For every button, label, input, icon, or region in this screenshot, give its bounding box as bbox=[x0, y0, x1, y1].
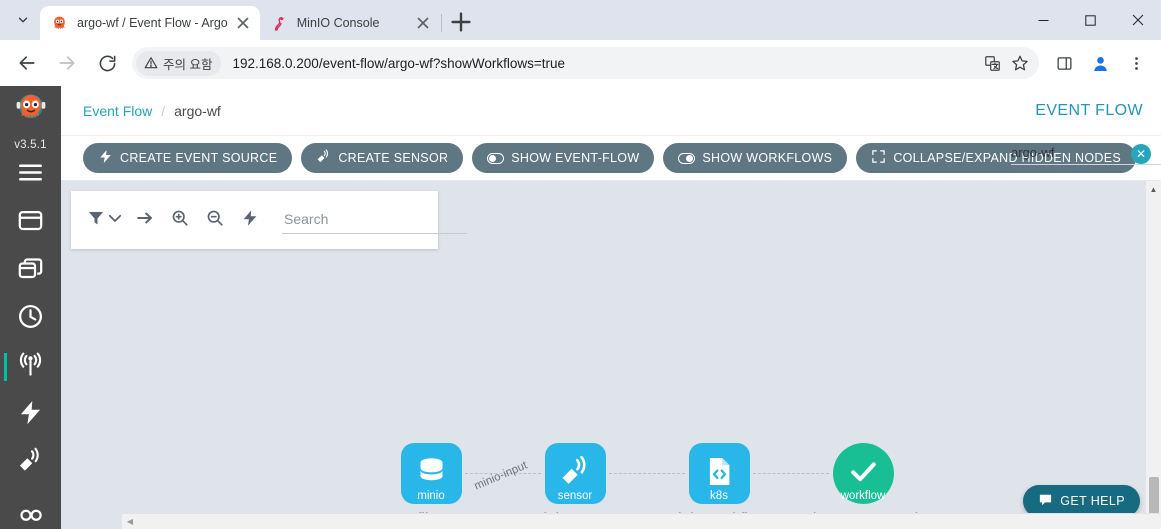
show-workflows-toggle[interactable]: SHOW WORKFLOWS bbox=[663, 143, 848, 173]
back-icon[interactable] bbox=[12, 48, 42, 78]
three-dot-menu-icon[interactable] bbox=[1121, 48, 1151, 78]
node-tag: sensor bbox=[557, 489, 593, 502]
button-label: CREATE SENSOR bbox=[338, 151, 449, 165]
tab-title: MinIO Console bbox=[296, 16, 380, 30]
translate-icon[interactable] bbox=[979, 50, 1005, 76]
create-sensor-button[interactable]: CREATE SENSOR bbox=[301, 143, 464, 173]
code-file-icon bbox=[703, 455, 736, 493]
button-label: CREATE EVENT SOURCE bbox=[120, 151, 278, 165]
argo-octopus-icon bbox=[51, 15, 68, 32]
workflows-icon bbox=[17, 207, 44, 239]
main-content: Event Flow / argo-wf EVENT FLOW CREATE E… bbox=[61, 86, 1161, 529]
app-version: v3.5.1 bbox=[14, 139, 47, 151]
action-toolbar: CREATE EVENT SOURCE CREATE SENSOR SHOW E… bbox=[61, 136, 1161, 180]
profile-avatar-icon[interactable] bbox=[1085, 48, 1115, 78]
check-icon bbox=[847, 455, 880, 493]
database-icon bbox=[415, 455, 448, 493]
sidebar-item-workflows[interactable] bbox=[0, 199, 61, 247]
sidebar-item-event-sources[interactable] bbox=[0, 391, 61, 439]
more-partial-icon bbox=[17, 495, 44, 527]
bolt-icon bbox=[98, 149, 113, 167]
app-sidebar: v3.5.1 bbox=[0, 86, 61, 529]
omnibox-icons bbox=[979, 50, 1033, 76]
url-text: 192.168.0.200/event-flow/argo-wf?showWor… bbox=[232, 55, 566, 71]
sidebar-item-more[interactable] bbox=[0, 487, 61, 529]
node-tag: workflow bbox=[840, 489, 886, 502]
argo-app: v3.5.1 Event Flow / argo-wf EVENT FLOW C… bbox=[0, 86, 1161, 529]
horizontal-scrollbar[interactable]: ◀ bbox=[122, 513, 1161, 529]
forward-icon[interactable] bbox=[52, 48, 82, 78]
create-event-source-button[interactable]: CREATE EVENT SOURCE bbox=[83, 143, 293, 173]
breadcrumb-separator: / bbox=[161, 102, 166, 119]
side-panel-icon[interactable] bbox=[1049, 48, 1079, 78]
tab-close-icon[interactable] bbox=[234, 14, 252, 32]
tab-argo-wf[interactable]: argo-wf / Event Flow - Argo bbox=[40, 6, 260, 40]
vertical-scrollbar[interactable]: ▲ bbox=[1145, 181, 1161, 529]
satellite-icon bbox=[316, 149, 331, 167]
sidebar-item-sensors[interactable] bbox=[0, 439, 61, 487]
sidebar-item-cron-workflows[interactable] bbox=[0, 295, 61, 343]
tab-search-button[interactable] bbox=[8, 5, 38, 35]
sidebar-item-event-flow[interactable] bbox=[0, 343, 61, 391]
security-label: 주의 요함 bbox=[163, 57, 213, 72]
show-event-flow-toggle[interactable]: SHOW EVENT-FLOW bbox=[472, 143, 655, 173]
tab-title: argo-wf / Event Flow - Argo bbox=[77, 16, 228, 30]
browser-toolbar: 주의 요함 192.168.0.200/event-flow/argo-wf?s… bbox=[0, 40, 1161, 86]
satellite-dish-icon bbox=[559, 455, 592, 493]
button-label: SHOW WORKFLOWS bbox=[702, 151, 833, 165]
event-sources-bolt-icon bbox=[17, 399, 44, 431]
reload-icon[interactable] bbox=[92, 48, 122, 78]
clear-namespace-button[interactable]: ✕ bbox=[1131, 144, 1151, 164]
hamburger-menu-icon bbox=[17, 159, 44, 191]
button-label: GET HELP bbox=[1060, 494, 1125, 508]
breadcrumb-link-event-flow[interactable]: Event Flow bbox=[83, 103, 152, 119]
scroll-left-arrow-icon[interactable]: ◀ bbox=[122, 514, 138, 529]
chat-bubble-icon bbox=[1038, 492, 1053, 510]
minio-flamingo-icon bbox=[271, 15, 288, 32]
new-tab-button[interactable] bbox=[447, 8, 475, 36]
window-controls bbox=[1020, 0, 1161, 40]
security-warning-chip[interactable]: 주의 요함 bbox=[136, 50, 222, 76]
argo-logo-icon[interactable] bbox=[9, 92, 53, 138]
node-shape: k8s bbox=[688, 443, 750, 504]
event-flow-antenna-icon bbox=[17, 351, 44, 383]
graph-nodes: minio-input minio sensor k8s workflow bbox=[61, 181, 1161, 529]
cron-clock-icon bbox=[17, 303, 44, 335]
tab-close-icon[interactable] bbox=[414, 14, 432, 32]
node-shape: minio bbox=[400, 443, 462, 504]
star-icon[interactable] bbox=[1007, 50, 1033, 76]
browser-window: argo-wf / Event Flow - Argo MinIO Consol… bbox=[0, 0, 1161, 529]
toggle-on-icon bbox=[678, 152, 696, 164]
button-label: SHOW EVENT-FLOW bbox=[511, 151, 640, 165]
tab-divider bbox=[440, 14, 442, 32]
node-shape: sensor bbox=[544, 443, 606, 504]
breadcrumb-current: argo-wf bbox=[174, 102, 221, 119]
tab-strip: argo-wf / Event Flow - Argo MinIO Consol… bbox=[0, 0, 1161, 40]
collapse-expand-icon bbox=[871, 149, 886, 167]
workflow-templates-icon bbox=[17, 255, 44, 287]
address-bar[interactable]: 주의 요함 192.168.0.200/event-flow/argo-wf?s… bbox=[132, 47, 1039, 79]
event-flow-canvas[interactable]: minio-input minio bbox=[61, 180, 1161, 529]
scroll-up-arrow-icon[interactable]: ▲ bbox=[1146, 181, 1161, 197]
node-tag: k8s bbox=[710, 489, 728, 502]
toggle-off-icon bbox=[487, 152, 505, 164]
breadcrumb: Event Flow / argo-wf EVENT FLOW bbox=[61, 86, 1161, 136]
close-window-button[interactable] bbox=[1114, 0, 1161, 40]
maximize-button[interactable] bbox=[1067, 0, 1114, 40]
node-tag: minio bbox=[417, 489, 445, 502]
tab-minio-console[interactable]: MinIO Console bbox=[260, 6, 440, 40]
sensors-satellite-icon bbox=[17, 447, 44, 479]
page-title: EVENT FLOW bbox=[1035, 101, 1143, 119]
sidebar-item-workflow-templates[interactable] bbox=[0, 247, 61, 295]
sidebar-item-menu[interactable] bbox=[0, 151, 61, 199]
node-shape: workflow bbox=[832, 443, 894, 504]
close-icon: ✕ bbox=[1135, 147, 1147, 161]
minimize-button[interactable] bbox=[1020, 0, 1067, 40]
